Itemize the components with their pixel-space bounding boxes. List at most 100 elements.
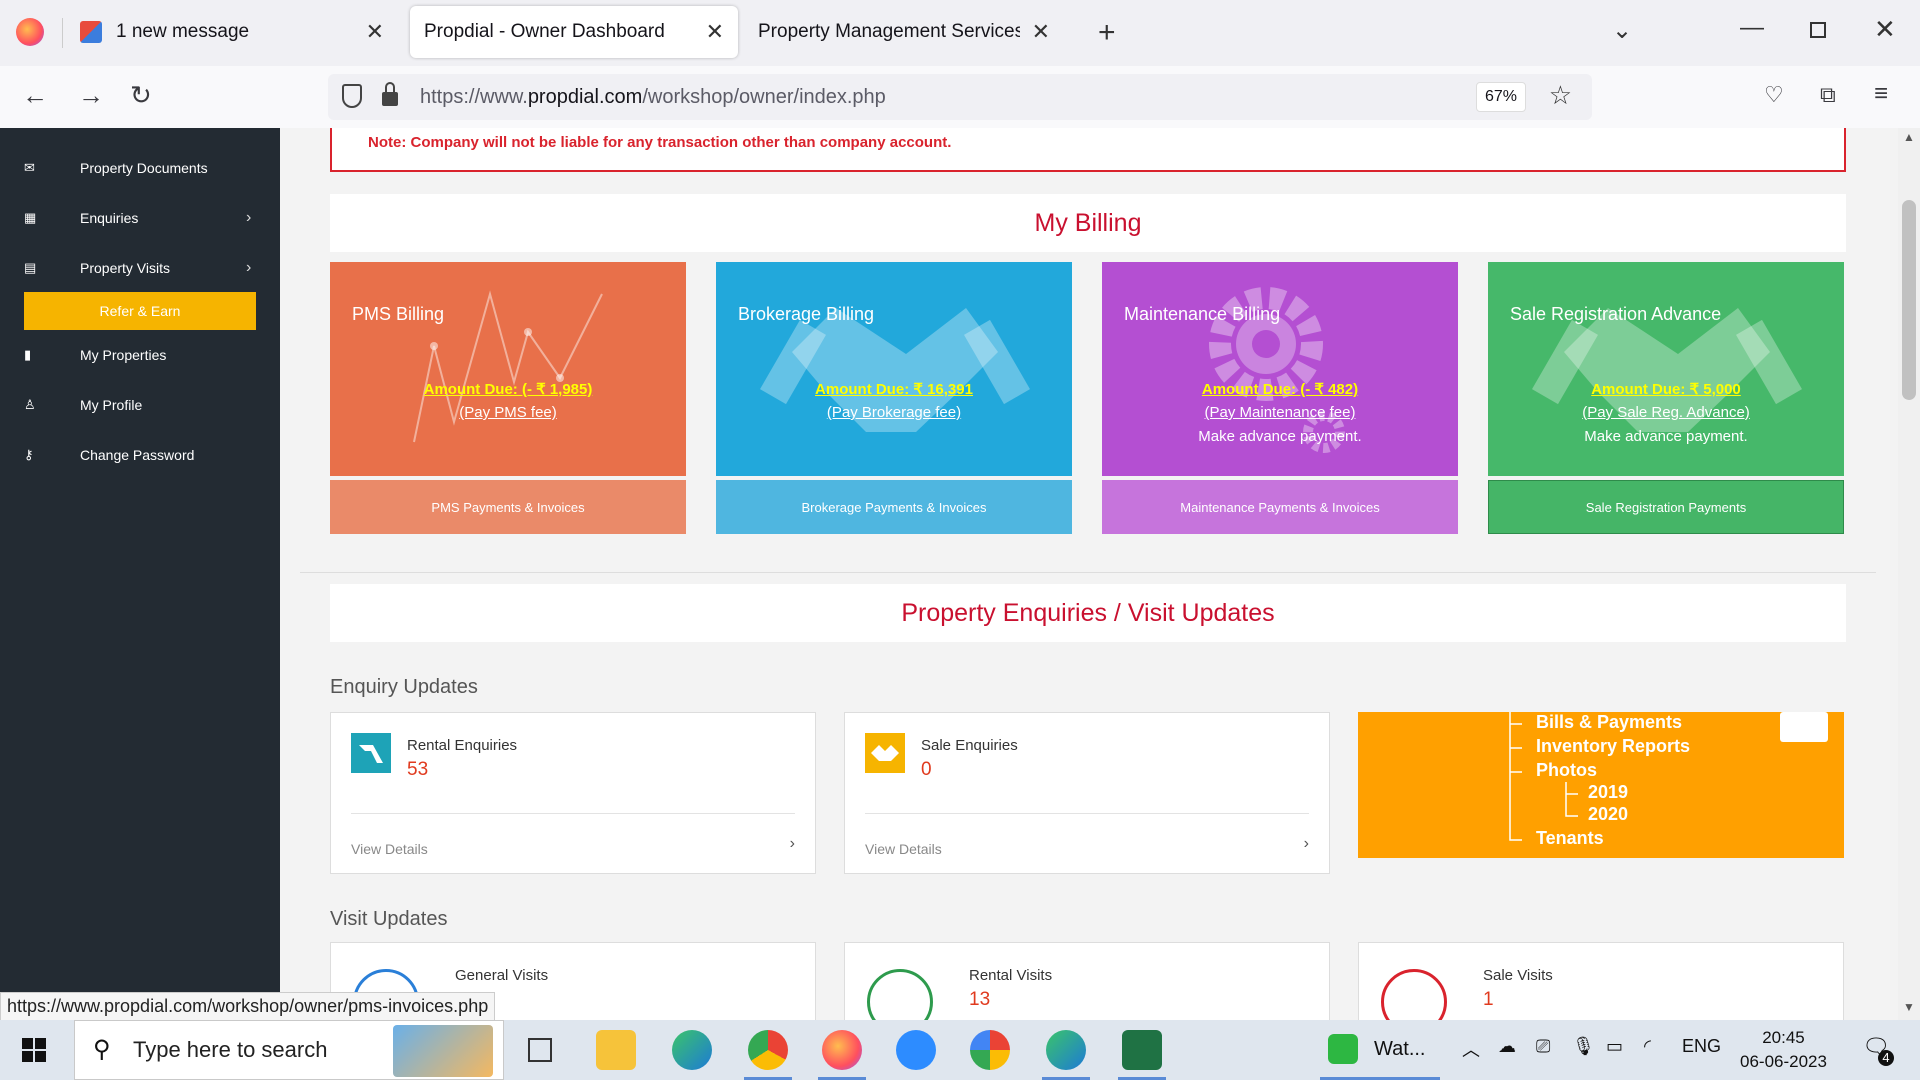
tab-label: 1 new message bbox=[116, 21, 250, 42]
refer-earn-button[interactable]: Refer & Earn bbox=[24, 292, 256, 330]
url-prefix: https://www. bbox=[420, 86, 528, 108]
maintenance-billing-card[interactable]: Maintenance Billing Amount Due: (- ₹ 482… bbox=[1102, 262, 1458, 476]
pms-billing-card[interactable]: PMS Billing Amount Due: (- ₹ 1,985) (Pay… bbox=[330, 262, 686, 476]
extensions-icon[interactable]: ⧉ bbox=[1820, 82, 1836, 108]
tree-item-bills: Bills & Payments bbox=[1536, 712, 1683, 732]
whatsapp-icon[interactable] bbox=[1328, 1034, 1358, 1064]
user-icon: ♙ bbox=[24, 397, 36, 412]
minimize-icon[interactable]: — bbox=[1740, 14, 1764, 42]
rental-enquiries-card[interactable]: Rental Enquiries 53 View Details › bbox=[330, 712, 816, 874]
hamburger-menu-icon[interactable]: ≡ bbox=[1874, 80, 1888, 108]
maintenance-payments-link[interactable]: Maintenance Payments & Invoices bbox=[1102, 480, 1458, 534]
chevron-right-icon[interactable]: › bbox=[1304, 835, 1309, 853]
amount-due-link[interactable]: Amount Due: (- ₹ 1,985) bbox=[330, 380, 686, 398]
sale-enquiries-card[interactable]: Sale Enquiries 0 View Details › bbox=[844, 712, 1330, 874]
tab-owner-dashboard[interactable]: Propdial - Owner Dashboard ✕ bbox=[410, 6, 738, 58]
close-tab-icon[interactable]: ✕ bbox=[1032, 19, 1050, 45]
tree-item-photos: Photos bbox=[1536, 760, 1597, 780]
sidebar-item-my-properties[interactable]: ▮ My Properties bbox=[0, 335, 280, 375]
whatsapp-label[interactable]: Wat... bbox=[1374, 1038, 1425, 1061]
back-icon[interactable]: ← bbox=[22, 80, 48, 111]
edge-icon[interactable] bbox=[672, 1030, 712, 1070]
rental-visits-card[interactable]: Rental Visits 13 bbox=[844, 942, 1330, 1020]
advance-payment-text[interactable]: Make advance payment. bbox=[1102, 428, 1458, 445]
sidebar-item-label: My Profile bbox=[80, 397, 143, 413]
windows-start-icon[interactable] bbox=[22, 1038, 46, 1062]
card-title: Sale Registration Advance bbox=[1510, 304, 1722, 324]
wifi-icon[interactable]: ◜ bbox=[1644, 1036, 1651, 1057]
edge-dev-icon[interactable] bbox=[1046, 1030, 1086, 1070]
scroll-up-icon[interactable]: ▲ bbox=[1903, 130, 1915, 144]
reload-icon[interactable]: ↻ bbox=[130, 80, 152, 111]
close-window-icon[interactable]: ✕ bbox=[1874, 14, 1896, 45]
zoom-icon[interactable] bbox=[896, 1030, 936, 1070]
zoom-level[interactable]: 67% bbox=[1475, 82, 1526, 112]
card-divider bbox=[351, 813, 795, 814]
sidebar-item-my-profile[interactable]: ♙ My Profile bbox=[0, 385, 280, 425]
section-divider bbox=[300, 572, 1876, 573]
sidebar-item-label: Change Password bbox=[80, 447, 195, 463]
restore-icon[interactable] bbox=[1810, 22, 1826, 38]
brokerage-payments-link[interactable]: Brokerage Payments & Invoices bbox=[716, 480, 1072, 534]
url-bar[interactable]: https://www.propdial.com/workshop/owner/… bbox=[328, 74, 1592, 120]
tab-property-management[interactable]: Property Management Services Pun ✕ bbox=[744, 6, 1064, 58]
sidebar-item-enquiries[interactable]: ▦ Enquiries › bbox=[0, 198, 280, 238]
system-clock[interactable]: 20:45 06-06-2023 bbox=[1740, 1026, 1827, 1074]
sidebar-item-property-visits[interactable]: ▤ Property Visits › bbox=[0, 248, 280, 288]
show-hidden-icons-chevron-icon[interactable]: ︿ bbox=[1462, 1036, 1480, 1062]
lock-icon[interactable] bbox=[382, 92, 398, 106]
card-label: Sale Enquiries bbox=[921, 737, 1018, 754]
pay-fee-link[interactable]: (Pay Brokerage fee) bbox=[716, 404, 1072, 421]
close-tab-icon[interactable]: ✕ bbox=[706, 19, 724, 45]
browser-nav-bar: ← → ↻ https://www.propdial.com/workshop/… bbox=[0, 66, 1920, 128]
scroll-down-icon[interactable]: ▼ bbox=[1903, 1000, 1915, 1014]
firefox-menu-icon[interactable] bbox=[16, 18, 44, 46]
file-explorer-icon[interactable] bbox=[596, 1030, 636, 1070]
table-icon: ▤ bbox=[24, 260, 37, 275]
sale-visits-card[interactable]: Sale Visits 1 bbox=[1358, 942, 1844, 1020]
chevron-right-icon[interactable]: › bbox=[790, 835, 795, 853]
excel-icon[interactable] bbox=[1122, 1030, 1162, 1070]
forward-icon[interactable]: → bbox=[78, 80, 104, 111]
scrollbar-thumb[interactable] bbox=[1902, 200, 1916, 400]
sale-registration-payments-link[interactable]: Sale Registration Payments bbox=[1488, 480, 1844, 534]
bookmark-star-icon[interactable]: ☆ bbox=[1549, 80, 1572, 111]
battery-icon[interactable]: ▭ bbox=[1606, 1036, 1623, 1057]
list-tabs-chevron-icon[interactable]: ⌄ bbox=[1612, 16, 1632, 45]
pms-payments-link[interactable]: PMS Payments & Invoices bbox=[330, 480, 686, 534]
shield-icon[interactable] bbox=[342, 84, 362, 108]
view-details-link[interactable]: View Details bbox=[351, 841, 428, 857]
tree-item-2019: 2019 bbox=[1588, 782, 1629, 802]
language-indicator[interactable]: ENG bbox=[1682, 1036, 1721, 1057]
pay-fee-link[interactable]: (Pay PMS fee) bbox=[330, 404, 686, 421]
grid-icon: ▦ bbox=[24, 210, 37, 225]
amount-due-link[interactable]: Amount Due: ₹ 5,000 bbox=[1488, 380, 1844, 398]
new-tab-icon[interactable]: + bbox=[1098, 16, 1116, 50]
main-content: Note: Company will not be liable for any… bbox=[280, 128, 1898, 1020]
chrome-icon[interactable] bbox=[748, 1030, 788, 1070]
onedrive-cloud-icon[interactable]: ☁ bbox=[1498, 1036, 1516, 1057]
meet-now-icon[interactable]: ⎚ bbox=[1536, 1036, 1550, 1057]
page-scrollbar[interactable]: ▲ ▼ bbox=[1898, 128, 1920, 1020]
tab-new-message[interactable]: 1 new message ✕ bbox=[66, 6, 398, 58]
sale-registration-card[interactable]: Sale Registration Advance Amount Due: ₹ … bbox=[1488, 262, 1844, 476]
sidebar-item-change-password[interactable]: ⚷ Change Password bbox=[0, 435, 280, 475]
task-view-icon[interactable] bbox=[528, 1038, 552, 1062]
advance-payment-text[interactable]: Make advance payment. bbox=[1488, 428, 1844, 445]
brokerage-billing-card[interactable]: Brokerage Billing Amount Due: ₹ 16,391 (… bbox=[716, 262, 1072, 476]
firefox-icon[interactable] bbox=[822, 1030, 862, 1070]
microphone-icon[interactable]: 🎙 bbox=[1572, 1036, 1595, 1057]
amount-due-link[interactable]: Amount Due: ₹ 16,391 bbox=[716, 380, 1072, 398]
view-details-link[interactable]: View Details bbox=[865, 841, 942, 857]
pocket-icon[interactable]: ♡ bbox=[1764, 82, 1784, 108]
close-tab-icon[interactable]: ✕ bbox=[366, 19, 384, 45]
amount-due-link[interactable]: Amount Due: (- ₹ 482) bbox=[1102, 380, 1458, 398]
sidebar-item-property-documents[interactable]: ✉ Property Documents bbox=[0, 148, 280, 188]
enquiries-title: Property Enquiries / Visit Updates bbox=[330, 584, 1846, 642]
url-text[interactable]: https://www.propdial.com/workshop/owner/… bbox=[420, 86, 886, 109]
pay-fee-link[interactable]: (Pay Sale Reg. Advance) bbox=[1488, 404, 1844, 421]
pay-fee-link[interactable]: (Pay Maintenance fee) bbox=[1102, 404, 1458, 421]
taskbar-search-box[interactable]: ⚲ Type here to search bbox=[74, 1020, 504, 1080]
card-count: 53 bbox=[407, 759, 429, 780]
google-photos-icon[interactable] bbox=[970, 1030, 1010, 1070]
